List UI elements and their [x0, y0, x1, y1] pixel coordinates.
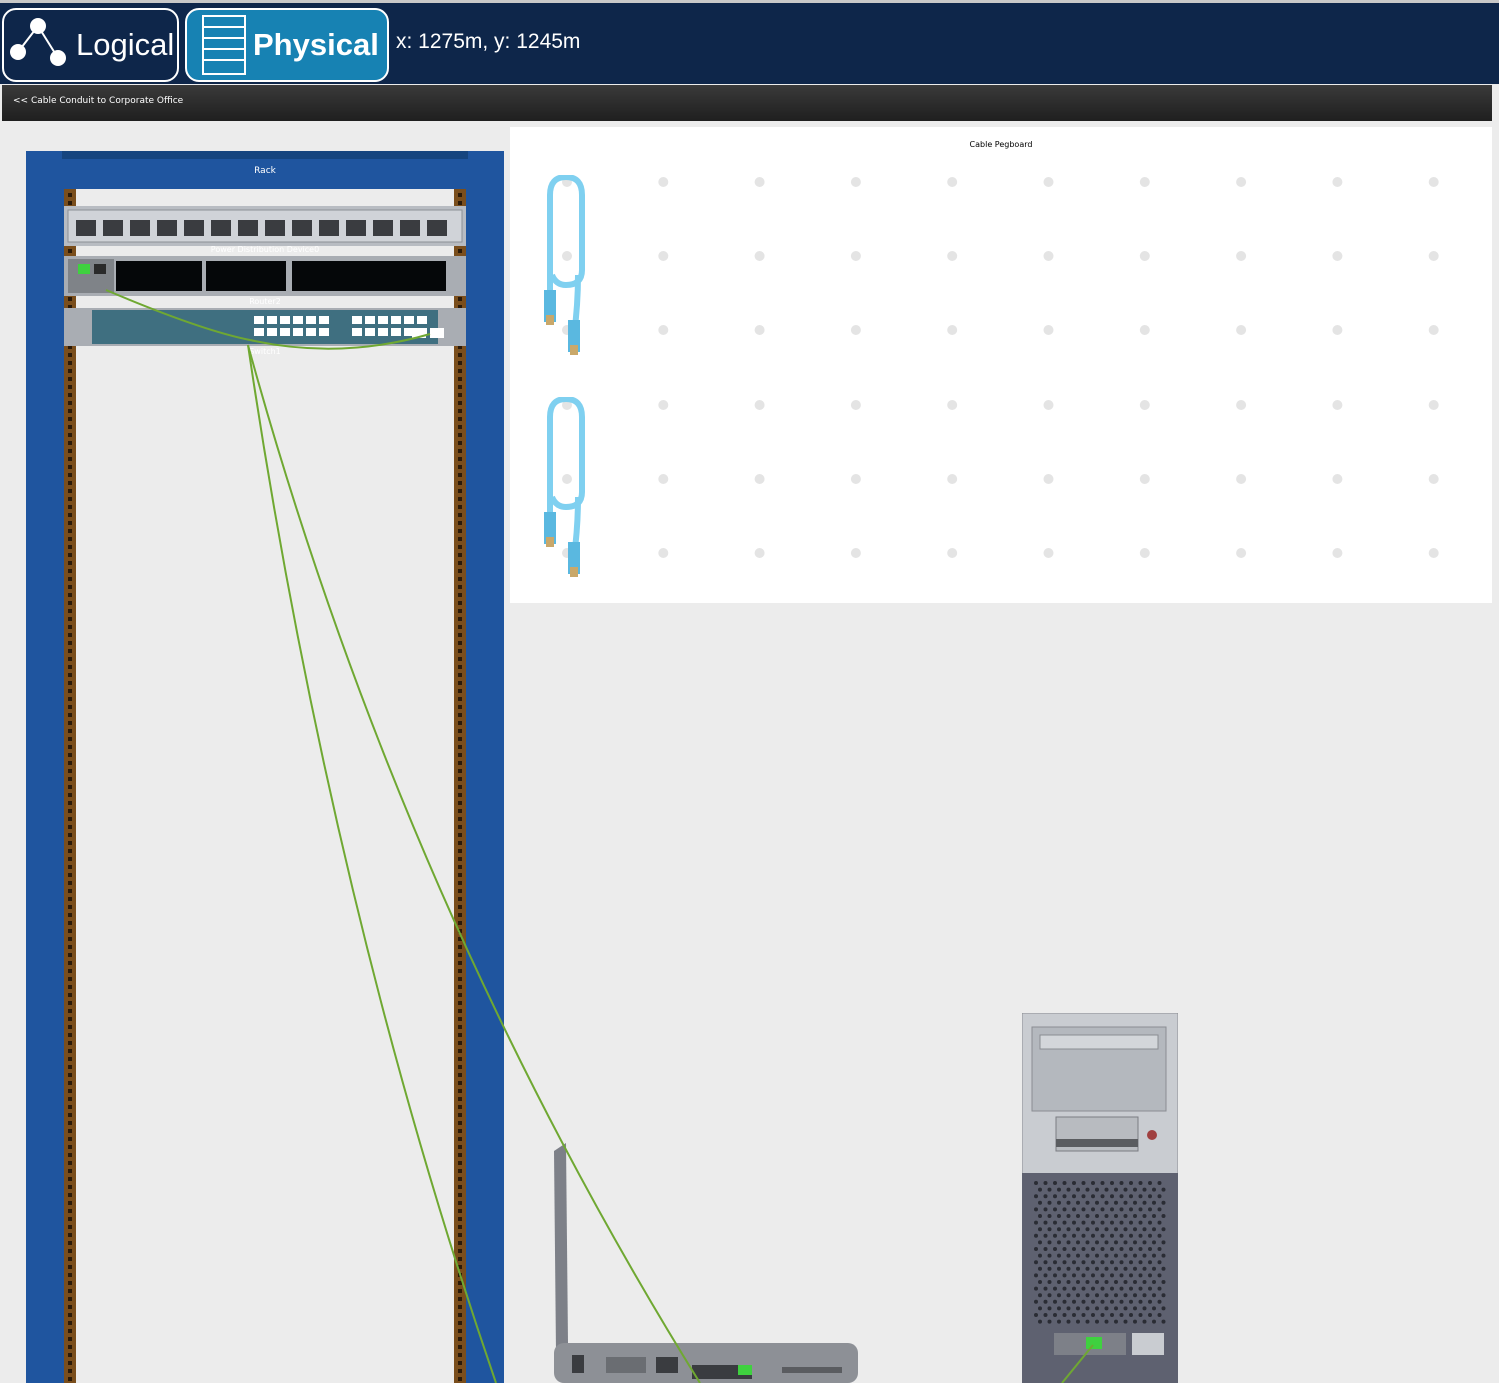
conduit-nav-bar: << Cable Conduit to Corporate Office [2, 85, 1492, 121]
power-distribution-device[interactable] [64, 206, 466, 246]
pegboard-holes [562, 177, 1439, 558]
device-label: Switch1 [249, 347, 281, 356]
coordinate-readout: x: 1275m, y: 1245m [396, 30, 581, 53]
device-label: Router2 [249, 297, 281, 306]
laptop-icon[interactable] [552, 1143, 858, 1383]
rack-icon [202, 15, 246, 75]
cable-pegboard: Cable Pegboard [510, 127, 1492, 603]
conduit-back-link[interactable]: << Cable Conduit to Corporate Office [13, 96, 183, 106]
rack-title: Rack [254, 166, 276, 176]
logical-mode-label: Logical [76, 27, 175, 62]
switch-device[interactable] [64, 308, 466, 346]
device-label: Power Distribution Device0 [210, 245, 320, 254]
ethernet-cable-icon[interactable] [538, 397, 598, 582]
router-device[interactable] [64, 256, 466, 296]
ethernet-cable-icon[interactable] [538, 175, 598, 360]
rack: Rack Power Distribution Device0 Router2 … [26, 151, 504, 1383]
mode-toolbar: Logical Physical x: 1275m, y: 1245m [0, 0, 1499, 84]
physical-mode-button[interactable]: Physical [185, 8, 389, 82]
logical-topology-icon [10, 18, 66, 66]
pc-tower-icon[interactable] [1022, 1013, 1178, 1383]
logical-mode-button[interactable]: Logical [2, 8, 179, 82]
physical-mode-label: Physical [253, 27, 379, 62]
